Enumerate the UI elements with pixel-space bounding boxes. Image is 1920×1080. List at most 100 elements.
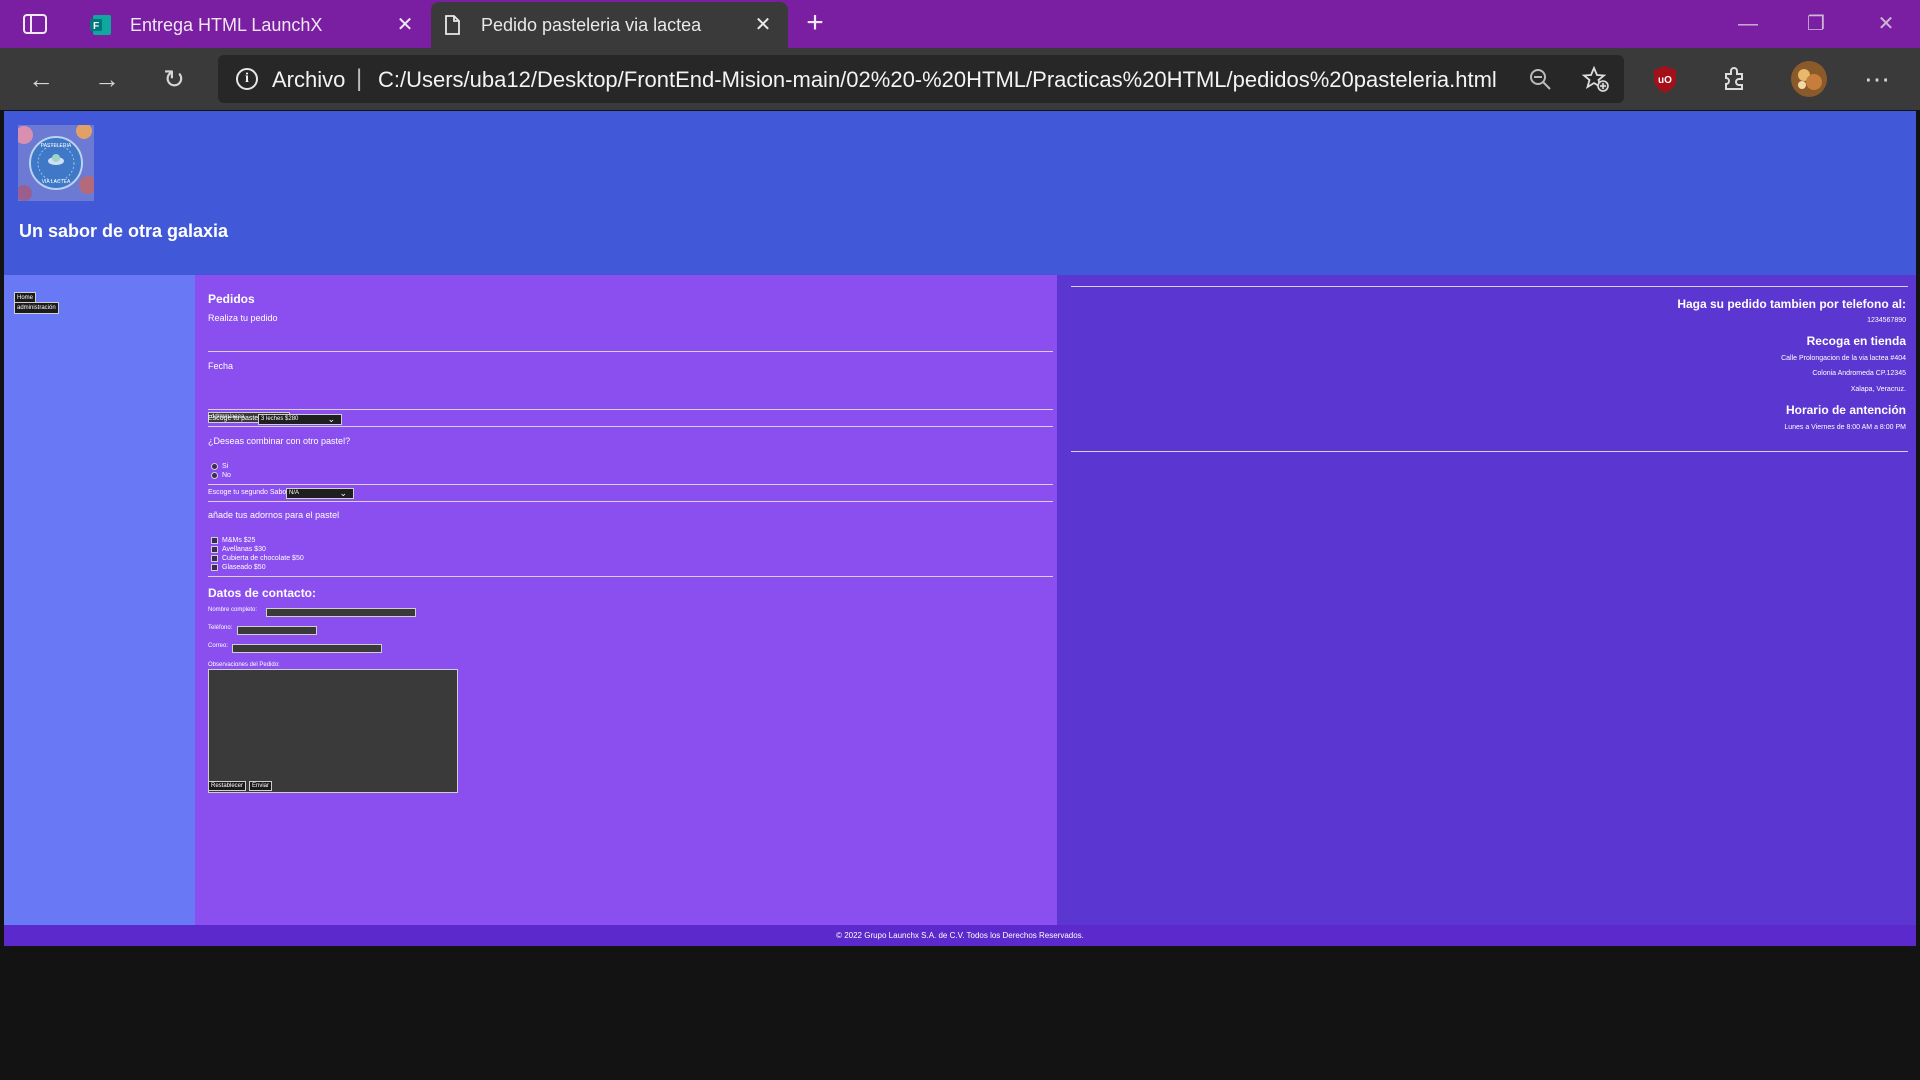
combine-option-no[interactable]: No	[211, 472, 231, 479]
radio-button[interactable]	[211, 472, 218, 479]
address-separator: |	[356, 65, 363, 92]
phone-label: Teléfono:	[208, 625, 233, 631]
restore-icon[interactable]: ❐	[1786, 8, 1846, 40]
notes-textarea[interactable]	[208, 669, 458, 793]
phone-heading: Haga su pedido tambien por telefono al:	[1677, 297, 1906, 311]
extensions-icon[interactable]	[1717, 62, 1751, 96]
page-sidebar: Home administración	[4, 275, 195, 925]
name-label: Nombre completo:	[208, 607, 258, 613]
name-input[interactable]	[266, 608, 416, 617]
more-icon[interactable]: ⋯	[1860, 62, 1894, 96]
address-line-2: Colonia Andromeda CP.12345	[1812, 370, 1906, 377]
topping-chocolate[interactable]: Cubierta de chocolate $50	[211, 555, 304, 562]
refresh-icon[interactable]: ↻	[157, 62, 191, 96]
close-tab-icon[interactable]: ✕	[394, 14, 416, 36]
second-flavor-label: Escoge tu segundo Sabor	[208, 489, 289, 496]
store-phone: 1234567890	[1867, 317, 1906, 324]
topping-avellanas[interactable]: Avellanas $30	[211, 546, 266, 553]
logo-text-bottom: VIA LACTEA	[42, 179, 71, 185]
page-header: PASTELERIA VIA LACTEA Un sabor de otra g…	[4, 111, 1916, 275]
page-tagline: Un sabor de otra galaxia	[19, 221, 229, 241]
svg-text:F: F	[93, 21, 99, 32]
web-page: PASTELERIA VIA LACTEA Un sabor de otra g…	[4, 111, 1916, 946]
minimize-icon[interactable]: —	[1718, 8, 1778, 40]
tab-entrega-html[interactable]: F Entrega HTML LaunchX ✕	[80, 2, 430, 48]
logo-text-top: PASTELERIA	[41, 143, 72, 149]
divider	[208, 351, 1053, 352]
zoom-out-icon[interactable]	[1528, 67, 1552, 91]
cake-select[interactable]: 3 leches $280 ⌄	[258, 414, 342, 425]
toppings-label: añade tus adornos para el pastel	[208, 510, 340, 520]
order-intro: Realiza tu pedido	[208, 313, 278, 323]
tab-title: Pedido pasteleria via lactea	[481, 14, 702, 35]
checkbox-label: Avellanas $30	[222, 546, 266, 553]
combine-option-si[interactable]: Si	[211, 463, 228, 470]
tab-actions-icon[interactable]	[20, 12, 52, 36]
tab-pedido-pasteleria[interactable]: Pedido pasteleria via lactea ✕	[431, 2, 788, 48]
divider	[208, 409, 1053, 410]
second-flavor-select[interactable]: N/A ⌄	[286, 488, 354, 499]
store-info: Haga su pedido tambien por telefono al: …	[1057, 275, 1916, 925]
chevron-down-icon: ⌄	[327, 414, 335, 424]
address-line-1: Calle Prolongacion de la via lactea #404	[1781, 355, 1906, 362]
bakery-logo: PASTELERIA VIA LACTEA	[18, 125, 94, 201]
new-tab-icon[interactable]: +	[800, 8, 830, 38]
divider	[208, 501, 1053, 502]
profile-avatar[interactable]	[1790, 60, 1828, 98]
order-heading: Pedidos	[208, 292, 255, 306]
checkbox[interactable]	[211, 546, 218, 553]
email-label: Correo:	[208, 643, 229, 649]
cake-select-value: 3 leches $280	[261, 416, 299, 422]
email-input[interactable]	[232, 644, 382, 653]
back-icon[interactable]: ←	[24, 62, 58, 96]
date-label: Fecha	[208, 361, 234, 371]
address-line-3: Xalapa, Veracruz.	[1850, 386, 1906, 393]
chevron-down-icon: ⌄	[339, 488, 347, 498]
svg-text:uO: uO	[1658, 75, 1672, 86]
add-favorite-icon[interactable]	[1582, 65, 1610, 93]
cake-label: Escoge tu pastel	[208, 415, 260, 422]
forms-icon: F	[90, 15, 111, 35]
second-flavor-value: N/A	[289, 490, 300, 496]
radio-label: No	[222, 472, 231, 479]
radio-label: Si	[222, 463, 229, 470]
browser-tab-bar: F Entrega HTML LaunchX ✕ Pedido pasteler…	[0, 0, 1920, 48]
close-tab-icon[interactable]: ✕	[752, 14, 774, 36]
divider	[1071, 451, 1908, 452]
topping-mms[interactable]: M&Ms $25	[211, 537, 255, 544]
address-bar[interactable]: i Archivo | C:/Users/uba12/Desktop/Front…	[218, 55, 1624, 103]
page-footer: © 2022 Grupo Launchx S.A. de C.V. Todos …	[4, 925, 1916, 946]
order-form: Pedidos Realiza tu pedido Fecha dd/mm/aa…	[195, 275, 1057, 925]
browser-nav-bar: ← → ↻ i Archivo | C:/Users/uba12/Desktop…	[0, 48, 1920, 110]
combine-question: ¿Deseas combinar con otro pastel?	[208, 436, 351, 446]
contact-heading: Datos de contacto:	[208, 586, 317, 600]
checkbox[interactable]	[211, 537, 218, 544]
reset-button[interactable]: Restablecer	[208, 781, 247, 791]
hours-heading: Horario de antención	[1785, 403, 1906, 417]
checkbox[interactable]	[211, 555, 218, 562]
checkbox-label: M&Ms $25	[222, 537, 256, 544]
store-hours: Lunes a Viernes de 8:00 AM a 8:00 PM	[1784, 424, 1906, 431]
url-text[interactable]: C:/Users/uba12/Desktop/FrontEnd-Mision-m…	[378, 67, 1497, 93]
protocol-label: Archivo	[272, 67, 346, 92]
submit-button[interactable]: Enviar	[249, 781, 273, 791]
nav-admin-button[interactable]: administración	[14, 302, 59, 314]
phone-input[interactable]	[237, 626, 317, 635]
topping-glaseado[interactable]: Glaseado $50	[211, 564, 266, 571]
checkbox-label: Cubierta de chocolate $50	[222, 555, 304, 562]
notes-label: Observaciones del Pedido:	[208, 662, 280, 668]
checkbox[interactable]	[211, 564, 218, 571]
checkbox-label: Glaseado $50	[222, 564, 266, 571]
tab-title: Entrega HTML LaunchX	[130, 14, 323, 35]
divider	[208, 576, 1053, 577]
file-icon	[445, 15, 460, 35]
ublock-icon[interactable]: uO	[1648, 62, 1682, 96]
radio-button[interactable]	[211, 463, 218, 470]
divider	[208, 426, 1053, 427]
pickup-heading: Recoga en tienda	[1806, 334, 1906, 348]
info-icon[interactable]: i	[236, 68, 258, 90]
forward-icon[interactable]: →	[90, 62, 124, 96]
divider	[208, 484, 1053, 485]
close-window-icon[interactable]: ✕	[1856, 8, 1916, 40]
divider	[1071, 286, 1908, 287]
